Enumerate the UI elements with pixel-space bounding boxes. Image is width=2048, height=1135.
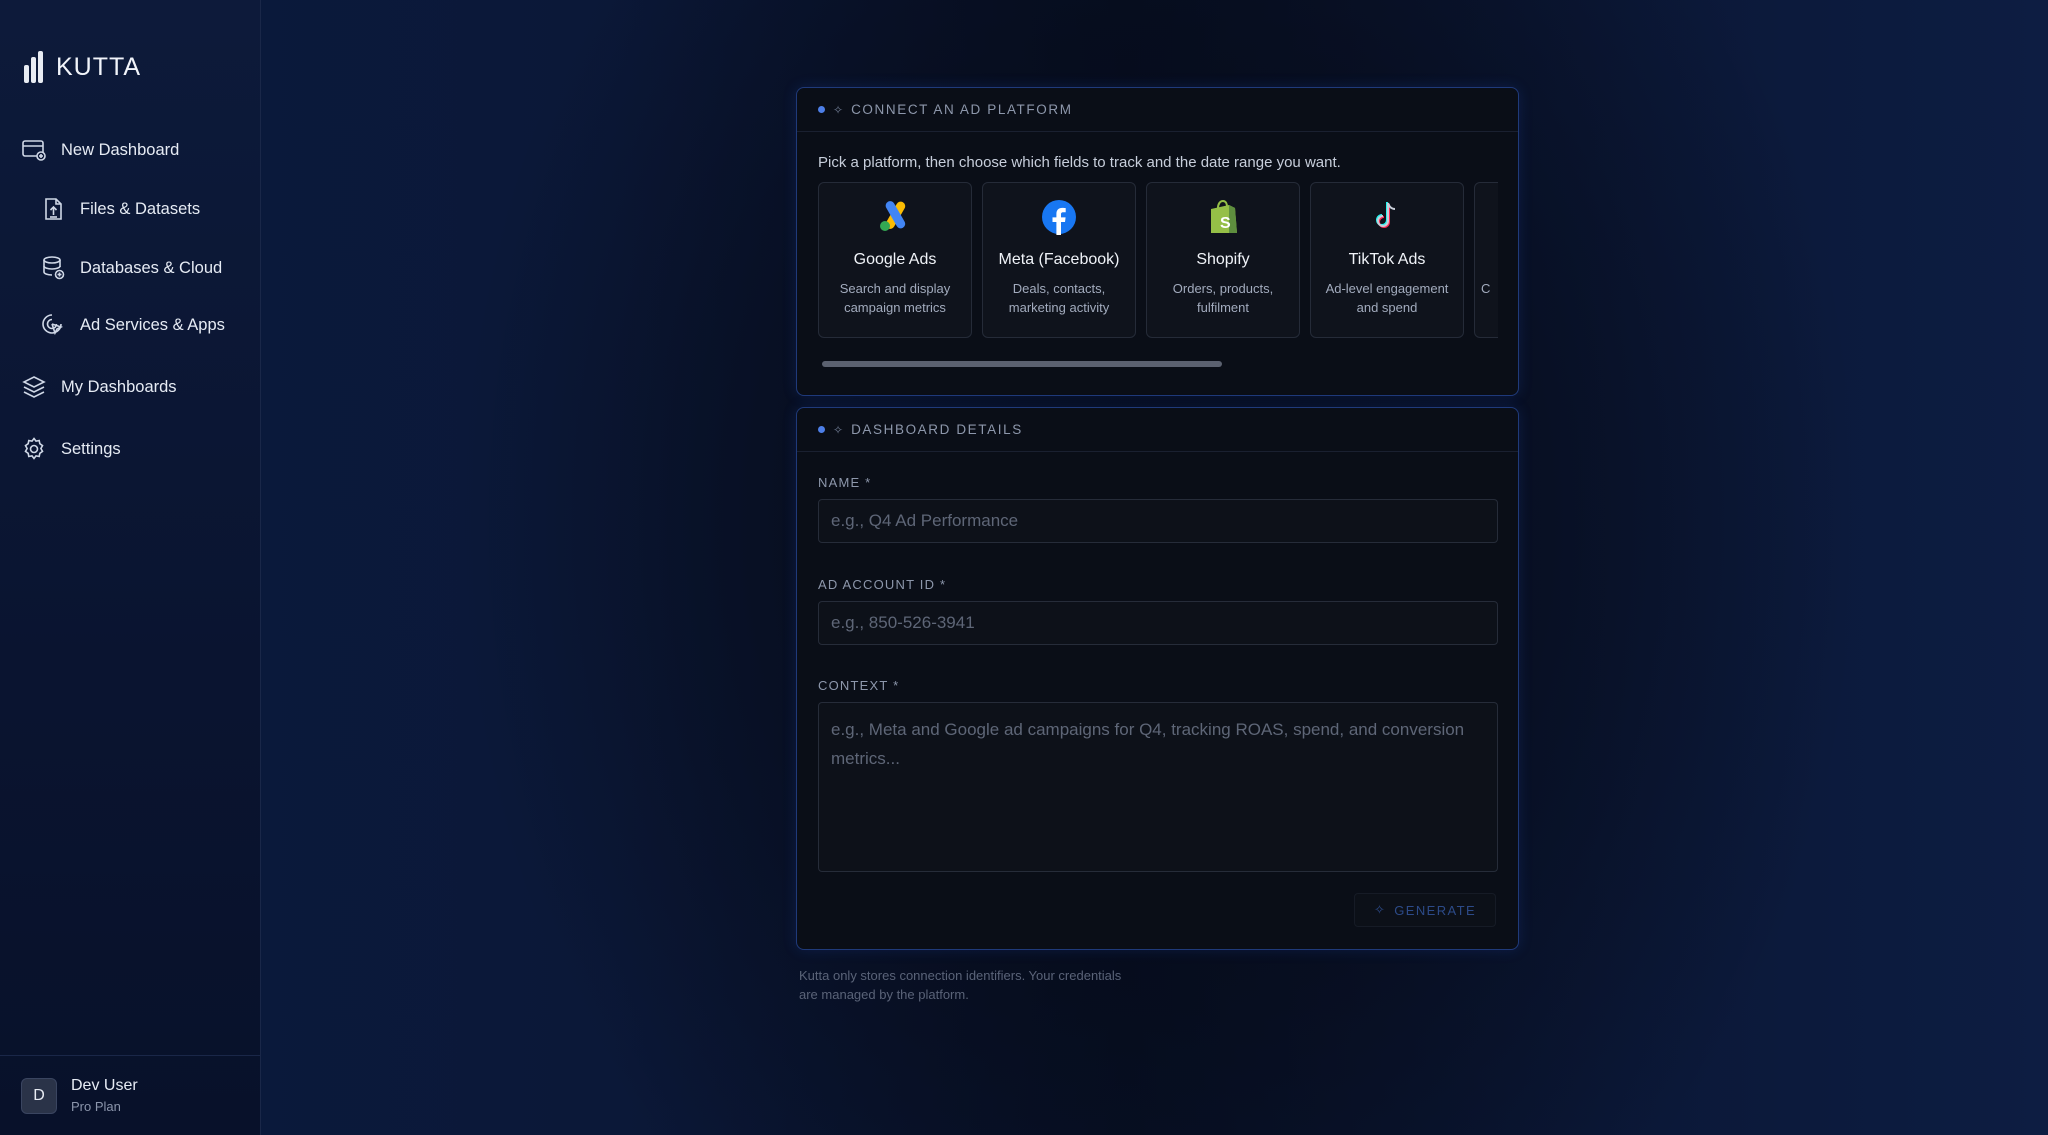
ad-account-id-input[interactable] xyxy=(818,601,1498,645)
ad-account-id-label: AD ACCOUNT ID * xyxy=(818,577,947,592)
platform-description: Orders, products, fulfilment xyxy=(1172,281,1274,315)
context-label: CONTEXT * xyxy=(818,678,900,693)
sidebar-item-label: My Dashboards xyxy=(61,377,177,396)
sidebar-item-files-datasets[interactable]: Files & Datasets xyxy=(40,196,200,222)
name-label: NAME * xyxy=(818,475,872,490)
sidebar-item-new-dashboard[interactable]: New Dashboard xyxy=(21,137,179,163)
ad-services-icon xyxy=(42,314,64,336)
generate-label: GENERATE xyxy=(1394,902,1477,918)
panel-title: DASHBOARD DETAILS xyxy=(851,422,1023,437)
name-input[interactable] xyxy=(818,499,1498,543)
panel-title: CONNECT AN AD PLATFORM xyxy=(851,102,1073,117)
platform-card-meta[interactable]: Meta (Facebook) Deals, contacts, marketi… xyxy=(982,182,1136,338)
connect-platform-panel: ✧ CONNECT AN AD PLATFORM Pick a platform… xyxy=(796,87,1519,396)
google-ads-icon xyxy=(880,201,906,231)
sidebar: KUTTA New Dashboard Files & Datasets Dat… xyxy=(0,0,261,1135)
platform-description: Deals, contacts, marketing activity xyxy=(1008,281,1110,315)
panel-header: ✧ CONNECT AN AD PLATFORM xyxy=(797,88,1518,132)
platform-cards-scrollbar[interactable] xyxy=(822,361,1222,367)
tiktok-icon xyxy=(1376,202,1396,228)
sparkle-icon: ✧ xyxy=(1373,902,1387,917)
panel-header: ✧ DASHBOARD DETAILS xyxy=(797,408,1518,452)
sidebar-item-label: Databases & Cloud xyxy=(80,258,223,277)
platform-description: Search and display campaign metrics xyxy=(839,281,951,315)
platform-card-shopify[interactable]: S Shopify Orders, products, fulfilment xyxy=(1146,182,1300,338)
platform-name: Google Ads xyxy=(853,251,937,268)
kutta-logo-icon xyxy=(24,51,44,83)
platform-card-google-ads[interactable]: Google Ads Search and display campaign m… xyxy=(818,182,972,338)
sidebar-item-label: Files & Datasets xyxy=(80,199,201,218)
status-dot-icon xyxy=(818,106,825,113)
sidebar-item-my-dashboards[interactable]: My Dashboards xyxy=(21,374,177,400)
sparkle-icon: ✧ xyxy=(833,102,844,117)
database-icon xyxy=(43,256,65,280)
sidebar-item-label: Settings xyxy=(61,439,121,458)
platform-name: TikTok Ads xyxy=(1348,251,1426,268)
user-plan: Pro Plan xyxy=(71,1099,121,1114)
avatar: D xyxy=(21,1077,57,1114)
shopify-icon: S xyxy=(1211,199,1237,233)
app-root: KUTTA New Dashboard Files & Datasets Dat… xyxy=(0,0,2048,1135)
sparkle-icon: ✧ xyxy=(833,422,844,437)
credentials-footnote: Kutta only stores connection identifiers… xyxy=(799,968,1122,1002)
svg-text:S: S xyxy=(1220,215,1231,232)
file-upload-icon xyxy=(45,198,62,220)
platform-card-partial[interactable]: C xyxy=(1474,182,1498,338)
platform-name: Meta (Facebook) xyxy=(998,251,1120,268)
platform-card-tiktok[interactable]: TikTok Ads Ad-level engagement and spend xyxy=(1310,182,1464,338)
user-profile[interactable]: D Dev User Pro Plan xyxy=(0,1055,261,1135)
gear-icon xyxy=(24,437,44,460)
user-name: Dev User xyxy=(71,1077,138,1094)
platform-name: Shopify xyxy=(1196,251,1250,268)
sidebar-item-label: Ad Services & Apps xyxy=(80,315,225,334)
platform-description: Ad-level engagement and spend xyxy=(1325,281,1449,315)
status-dot-icon xyxy=(818,426,825,433)
facebook-icon xyxy=(1042,200,1076,235)
sidebar-item-label: New Dashboard xyxy=(61,140,180,159)
platform-description: C xyxy=(1481,281,1491,296)
brand-name: KUTTA xyxy=(56,52,142,81)
generate-button[interactable]: ✧ GENERATE xyxy=(1354,893,1496,927)
context-textarea[interactable] xyxy=(818,702,1498,872)
new-dashboard-icon xyxy=(22,140,46,161)
connect-intro: Pick a platform, then choose which field… xyxy=(818,154,1341,171)
sidebar-item-databases-cloud[interactable]: Databases & Cloud xyxy=(40,255,222,281)
dashboard-details-panel: ✧ DASHBOARD DETAILS NAME * AD ACCOUNT ID… xyxy=(796,407,1519,950)
platform-cards: Google Ads Search and display campaign m… xyxy=(818,182,1498,340)
layers-icon xyxy=(22,376,46,398)
sidebar-item-settings[interactable]: Settings xyxy=(21,436,121,462)
sidebar-item-ad-services-apps[interactable]: Ad Services & Apps xyxy=(40,312,225,338)
brand-logo[interactable]: KUTTA xyxy=(24,50,141,84)
